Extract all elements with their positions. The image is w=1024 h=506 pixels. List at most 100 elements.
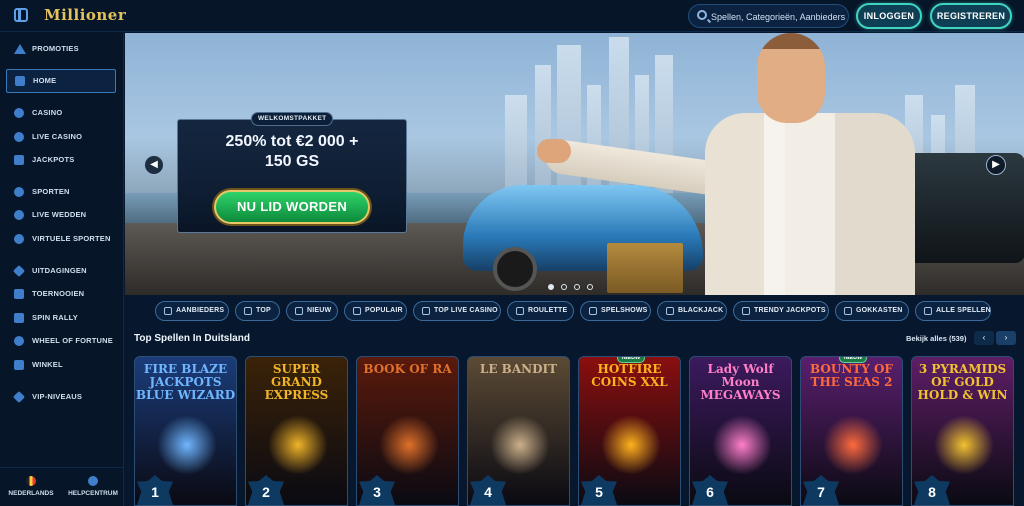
- category-top[interactable]: TOP: [235, 301, 280, 321]
- game-artwork: [712, 415, 772, 475]
- wheel-icon: [14, 336, 24, 346]
- lightning-icon: [295, 307, 303, 315]
- category-populair[interactable]: POPULAIR: [344, 301, 407, 321]
- register-button[interactable]: REGISTREREN: [930, 3, 1012, 29]
- game-tile[interactable]: Lady Wolf Moon MEGAWAYS 6: [689, 356, 792, 506]
- rank-badge: 1: [137, 475, 173, 505]
- game-artwork: [379, 415, 439, 475]
- carousel-dot[interactable]: [548, 284, 554, 290]
- offer-line-1: 250% tot €2 000 +: [225, 133, 359, 150]
- login-button[interactable]: INLOGGEN: [856, 3, 922, 29]
- help-center-link[interactable]: HELPCENTRUM: [62, 476, 124, 497]
- welcome-offer-title: 250% tot €2 000 + 150 GS: [178, 132, 406, 172]
- sidebar-item-vip-niveaus[interactable]: VIP-NIVEAUS: [6, 387, 116, 407]
- cards-icon: [666, 307, 674, 315]
- spin-rally-icon: [14, 313, 24, 323]
- rank-badge: 3: [359, 475, 395, 505]
- category-gokkasten[interactable]: GOKKASTEN: [835, 301, 909, 321]
- sidebar-item-virtuele-sporten[interactable]: VIRTUELE SPORTEN: [6, 229, 116, 249]
- game-title: SUPER GRAND EXPRESS: [264, 362, 329, 402]
- microphone-icon: [589, 307, 597, 315]
- search-box[interactable]: [688, 4, 849, 28]
- category-label: ROULETTE: [528, 307, 568, 314]
- soccer-ball-icon: [14, 187, 24, 197]
- section-title: Top Spellen In Duitsland: [134, 333, 250, 344]
- flame-icon: [353, 307, 361, 315]
- sidebar-item-winkel[interactable]: WINKEL: [6, 355, 116, 375]
- sidebar-item-promoties[interactable]: PROMOTIES: [6, 39, 116, 59]
- sidebar-item-spin-rally[interactable]: SPIN RALLY: [6, 308, 116, 328]
- sidebar-item-label: LIVE WEDDEN: [32, 210, 87, 219]
- search-input[interactable]: [711, 9, 847, 25]
- carousel-dots: [548, 277, 600, 290]
- challenges-icon: [12, 264, 26, 278]
- game-artwork: [490, 415, 550, 475]
- sidebar-item-label: WHEEL OF FORTUNE: [32, 336, 113, 345]
- sidebar-item-wheel-of-fortune[interactable]: WHEEL OF FORTUNE: [6, 331, 116, 351]
- person-hand: [537, 139, 571, 163]
- game-tile[interactable]: LE BANDIT 4: [467, 356, 570, 506]
- megaphone-icon: [14, 44, 26, 54]
- sidebar-item-jackpots[interactable]: JACKPOTS: [6, 150, 116, 170]
- sidebar-toggle-icon[interactable]: [14, 8, 28, 22]
- rank-badge: 5: [581, 475, 617, 505]
- live-spade-icon: [14, 132, 24, 142]
- category-nieuw[interactable]: NIEUW: [286, 301, 338, 321]
- carousel-dot[interactable]: [574, 284, 580, 290]
- rank-badge: 7: [803, 475, 839, 505]
- category-label: GOKKASTEN: [856, 307, 903, 314]
- games-prev-button[interactable]: ‹: [974, 331, 994, 345]
- game-tile[interactable]: SUPER GRAND EXPRESS 2: [245, 356, 348, 506]
- games-next-button[interactable]: ›: [996, 331, 1016, 345]
- category-roulette[interactable]: ROULETTE: [507, 301, 574, 321]
- see-all-link[interactable]: Bekijk alles (539): [906, 334, 966, 343]
- category-label: NIEUW: [307, 307, 332, 314]
- category-aanbieders[interactable]: AANBIEDERS: [155, 301, 229, 321]
- game-tile[interactable]: 3 PYRAMIDS OF GOLD HOLD & WIN 8: [911, 356, 1014, 506]
- carousel-dot[interactable]: [587, 284, 593, 290]
- game-title: LE BANDIT: [479, 362, 558, 376]
- person-body: [705, 113, 915, 295]
- trophy-icon: [14, 289, 24, 299]
- game-tile[interactable]: HOTFIRE COINS XXL NIEUW 5: [578, 356, 681, 506]
- hero-banner[interactable]: WELKOMSTPAKKET 250% tot €2 000 + 150 GS …: [125, 33, 1024, 295]
- carousel-prev-button[interactable]: ◀: [144, 155, 164, 175]
- search-icon: [697, 10, 707, 20]
- sidebar-item-label: VIRTUELE SPORTEN: [32, 234, 111, 243]
- sidebar-item-live-casino[interactable]: LIVE CASINO: [6, 127, 116, 147]
- sidebar-item-uitdagingen[interactable]: UITDAGINGEN: [6, 261, 116, 281]
- home-icon: [15, 76, 25, 86]
- rank-badge: 4: [470, 475, 506, 505]
- all-games-icon: [924, 307, 932, 315]
- game-tile[interactable]: FIRE BLAZE JACKPOTS BLUE WIZARD 1: [134, 356, 237, 506]
- sidebar-item-label: HOME: [33, 76, 57, 85]
- sidebar-item-home[interactable]: HOME: [6, 69, 116, 93]
- sidebar-item-label: CASINO: [32, 108, 63, 117]
- category-alle-spellen[interactable]: ALLE SPELLEN: [915, 301, 991, 321]
- logo[interactable]: Millioner: [44, 6, 126, 24]
- category-blackjack[interactable]: BLACKJACK: [657, 301, 727, 321]
- sidebar-item-label: PROMOTIES: [32, 44, 79, 53]
- category-spelshows[interactable]: SPELSHOWS: [580, 301, 651, 321]
- sidebar-item-label: SPORTEN: [32, 187, 70, 196]
- rank-badge: 6: [692, 475, 728, 505]
- roulette-icon: [516, 307, 524, 315]
- sidebar-item-sporten[interactable]: SPORTEN: [6, 182, 116, 202]
- offer-line-2: 150 GS: [264, 153, 320, 170]
- sidebar-item-label: SPIN RALLY: [32, 313, 78, 322]
- join-now-button[interactable]: NU LID WORDEN: [214, 190, 370, 224]
- person-head: [757, 33, 825, 123]
- language-selector[interactable]: NEDERLANDS: [0, 476, 62, 497]
- category-top-live-casino[interactable]: TOP LIVE CASINO: [413, 301, 501, 321]
- game-tile[interactable]: BOOK OF RA 3: [356, 356, 459, 506]
- providers-icon: [164, 307, 172, 315]
- carousel-next-button[interactable]: ▶: [986, 155, 1006, 175]
- game-tile[interactable]: BOUNTY OF THE SEAS 2 NIEUW 7: [800, 356, 903, 506]
- carousel-dot[interactable]: [561, 284, 567, 290]
- sidebar-item-toernooien[interactable]: TOERNOOIEN: [6, 284, 116, 304]
- sidebar-item-live-wedden[interactable]: LIVE WEDDEN: [6, 205, 116, 225]
- sidebar-item-casino[interactable]: CASINO: [6, 103, 116, 123]
- category-trendy-jackpots[interactable]: TRENDY JACKPOTS: [733, 301, 829, 321]
- game-title: BOUNTY OF THE SEAS 2: [810, 362, 893, 389]
- sidebar-item-label: WINKEL: [32, 360, 63, 369]
